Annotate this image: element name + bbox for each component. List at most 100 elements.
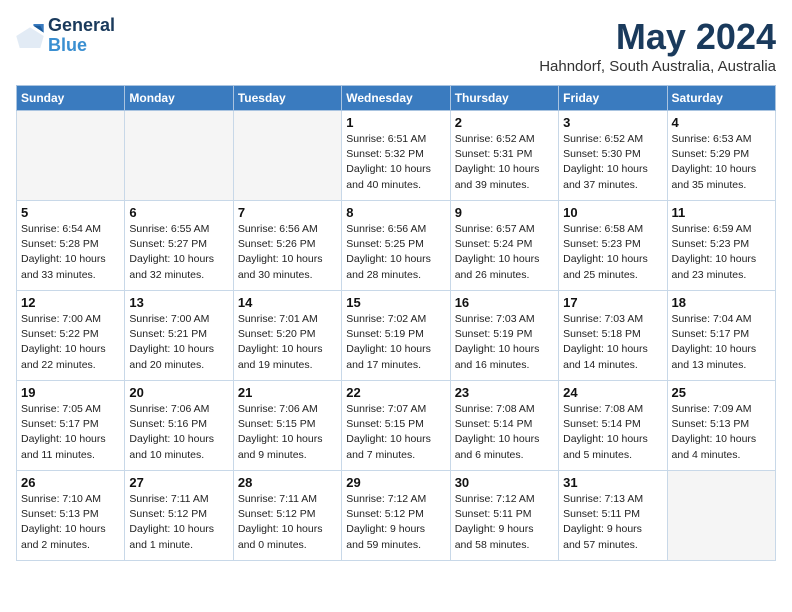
calendar-cell: 20Sunrise: 7:06 AM Sunset: 5:16 PM Dayli… [125,381,233,471]
calendar-cell: 10 Sunrise: 6:58 AM Sunset: 5:23 PM Dayli… [559,201,667,291]
weekday-header-thursday: Thursday [450,86,558,111]
day-info: Sunrise: 7:00 AM Sunset: 5:21 PM Dayligh… [129,312,228,373]
day-number: 30 [455,475,554,490]
day-number: 13 [129,295,228,310]
day-info: Sunrise: 7:05 AM Sunset: 5:17 PM Dayligh… [21,402,120,463]
day-number: 14 [238,295,337,310]
week-row-4: 19 Sunrise: 7:05 AM Sunset: 5:17 PM Dayli… [17,381,776,471]
day-number: 26 [21,475,120,490]
calendar-cell: 4Sunrise: 6:53 AM Sunset: 5:29 PM Daylig… [667,111,775,201]
day-info: Sunrise: 7:01 AM Sunset: 5:20 PM Dayligh… [238,312,337,373]
title-block: May 2024 Hahndorf, South Australia, Aust… [539,16,776,75]
day-info: Sunrise: 7:12 AM Sunset: 5:11 PM Dayligh… [455,492,554,553]
calendar-cell: 29Sunrise: 7:12 AM Sunset: 5:12 PM Dayli… [342,471,450,561]
day-info: Sunrise: 6:51 AM Sunset: 5:32 PM Dayligh… [346,132,445,193]
day-info: Sunrise: 6:59 AM Sunset: 5:23 PM Dayligh… [672,222,771,283]
calendar-cell: 18 Sunrise: 7:04 AM Sunset: 5:17 PM Dayli… [667,291,775,381]
day-number: 22 [346,385,445,400]
day-info: Sunrise: 6:54 AM Sunset: 5:28 PM Dayligh… [21,222,120,283]
day-number: 5 [21,205,120,220]
day-number: 17 [563,295,662,310]
location-subtitle: Hahndorf, South Australia, Australia [539,58,776,75]
calendar-cell: 23 Sunrise: 7:08 AM Sunset: 5:14 PM Dayli… [450,381,558,471]
day-info: Sunrise: 6:57 AM Sunset: 5:24 PM Dayligh… [455,222,554,283]
day-number: 18 [672,295,771,310]
calendar-table: SundayMondayTuesdayWednesdayThursdayFrid… [16,85,776,561]
day-number: 4 [672,115,771,130]
calendar-cell: 27 Sunrise: 7:11 AM Sunset: 5:12 PM Dayli… [125,471,233,561]
calendar-cell: 30 Sunrise: 7:12 AM Sunset: 5:11 PM Dayli… [450,471,558,561]
day-number: 10 [563,205,662,220]
week-row-1: 1 Sunrise: 6:51 AM Sunset: 5:32 PM Daylig… [17,111,776,201]
day-number: 3 [563,115,662,130]
day-info: Sunrise: 7:03 AM Sunset: 5:19 PM Dayligh… [455,312,554,373]
day-info: Sunrise: 7:02 AM Sunset: 5:19 PM Dayligh… [346,312,445,373]
day-info: Sunrise: 6:52 AM Sunset: 5:31 PM Dayligh… [455,132,554,193]
day-number: 19 [21,385,120,400]
day-info: Sunrise: 6:52 AM Sunset: 5:30 PM Dayligh… [563,132,662,193]
day-info: Sunrise: 7:09 AM Sunset: 5:13 PM Dayligh… [672,402,771,463]
page-header: General Blue May 2024 Hahndorf, South Au… [16,16,776,75]
weekday-header-friday: Friday [559,86,667,111]
weekday-header-row: SundayMondayTuesdayWednesdayThursdayFrid… [17,86,776,111]
day-info: Sunrise: 7:06 AM Sunset: 5:15 PM Dayligh… [238,402,337,463]
calendar-cell: 5 Sunrise: 6:54 AM Sunset: 5:28 PM Daylig… [17,201,125,291]
calendar-cell: 19 Sunrise: 7:05 AM Sunset: 5:17 PM Dayli… [17,381,125,471]
day-info: Sunrise: 7:10 AM Sunset: 5:13 PM Dayligh… [21,492,120,553]
day-number: 11 [672,205,771,220]
day-number: 12 [21,295,120,310]
weekday-header-sunday: Sunday [17,86,125,111]
day-info: Sunrise: 7:03 AM Sunset: 5:18 PM Dayligh… [563,312,662,373]
weekday-header-saturday: Saturday [667,86,775,111]
calendar-cell [17,111,125,201]
calendar-cell: 9 Sunrise: 6:57 AM Sunset: 5:24 PM Daylig… [450,201,558,291]
day-number: 28 [238,475,337,490]
day-number: 27 [129,475,228,490]
calendar-cell: 14 Sunrise: 7:01 AM Sunset: 5:20 PM Dayli… [233,291,341,381]
calendar-cell: 31Sunrise: 7:13 AM Sunset: 5:11 PM Dayli… [559,471,667,561]
day-number: 9 [455,205,554,220]
logo: General Blue [16,16,115,56]
day-number: 23 [455,385,554,400]
day-number: 20 [129,385,228,400]
calendar-cell: 17 Sunrise: 7:03 AM Sunset: 5:18 PM Dayli… [559,291,667,381]
day-info: Sunrise: 6:55 AM Sunset: 5:27 PM Dayligh… [129,222,228,283]
calendar-cell: 22 Sunrise: 7:07 AM Sunset: 5:15 PM Dayli… [342,381,450,471]
logo-line1: General [48,16,115,36]
logo-icon [16,24,44,48]
week-row-5: 26 Sunrise: 7:10 AM Sunset: 5:13 PM Dayli… [17,471,776,561]
calendar-cell [125,111,233,201]
day-number: 21 [238,385,337,400]
calendar-cell: 26 Sunrise: 7:10 AM Sunset: 5:13 PM Dayli… [17,471,125,561]
calendar-cell: 2 Sunrise: 6:52 AM Sunset: 5:31 PM Daylig… [450,111,558,201]
calendar-cell: 13 Sunrise: 7:00 AM Sunset: 5:21 PM Dayli… [125,291,233,381]
day-info: Sunrise: 7:11 AM Sunset: 5:12 PM Dayligh… [129,492,228,553]
calendar-cell [667,471,775,561]
week-row-2: 5 Sunrise: 6:54 AM Sunset: 5:28 PM Daylig… [17,201,776,291]
day-number: 1 [346,115,445,130]
day-number: 31 [563,475,662,490]
day-number: 6 [129,205,228,220]
day-number: 8 [346,205,445,220]
day-number: 2 [455,115,554,130]
weekday-header-monday: Monday [125,86,233,111]
calendar-cell: 12 Sunrise: 7:00 AM Sunset: 5:22 PM Dayli… [17,291,125,381]
day-info: Sunrise: 6:58 AM Sunset: 5:23 PM Dayligh… [563,222,662,283]
calendar-cell: 24Sunrise: 7:08 AM Sunset: 5:14 PM Dayli… [559,381,667,471]
day-number: 15 [346,295,445,310]
calendar-cell: 8Sunrise: 6:56 AM Sunset: 5:25 PM Daylig… [342,201,450,291]
day-number: 7 [238,205,337,220]
calendar-cell: 16Sunrise: 7:03 AM Sunset: 5:19 PM Dayli… [450,291,558,381]
day-info: Sunrise: 7:04 AM Sunset: 5:17 PM Dayligh… [672,312,771,373]
calendar-cell: 1 Sunrise: 6:51 AM Sunset: 5:32 PM Daylig… [342,111,450,201]
day-info: Sunrise: 7:08 AM Sunset: 5:14 PM Dayligh… [455,402,554,463]
weekday-header-wednesday: Wednesday [342,86,450,111]
calendar-cell: 28 Sunrise: 7:11 AM Sunset: 5:12 PM Dayli… [233,471,341,561]
calendar-cell: 15 Sunrise: 7:02 AM Sunset: 5:19 PM Dayli… [342,291,450,381]
day-info: Sunrise: 7:12 AM Sunset: 5:12 PM Dayligh… [346,492,445,553]
day-info: Sunrise: 7:11 AM Sunset: 5:12 PM Dayligh… [238,492,337,553]
day-info: Sunrise: 7:08 AM Sunset: 5:14 PM Dayligh… [563,402,662,463]
calendar-cell: 21 Sunrise: 7:06 AM Sunset: 5:15 PM Dayli… [233,381,341,471]
day-info: Sunrise: 7:00 AM Sunset: 5:22 PM Dayligh… [21,312,120,373]
day-info: Sunrise: 7:07 AM Sunset: 5:15 PM Dayligh… [346,402,445,463]
